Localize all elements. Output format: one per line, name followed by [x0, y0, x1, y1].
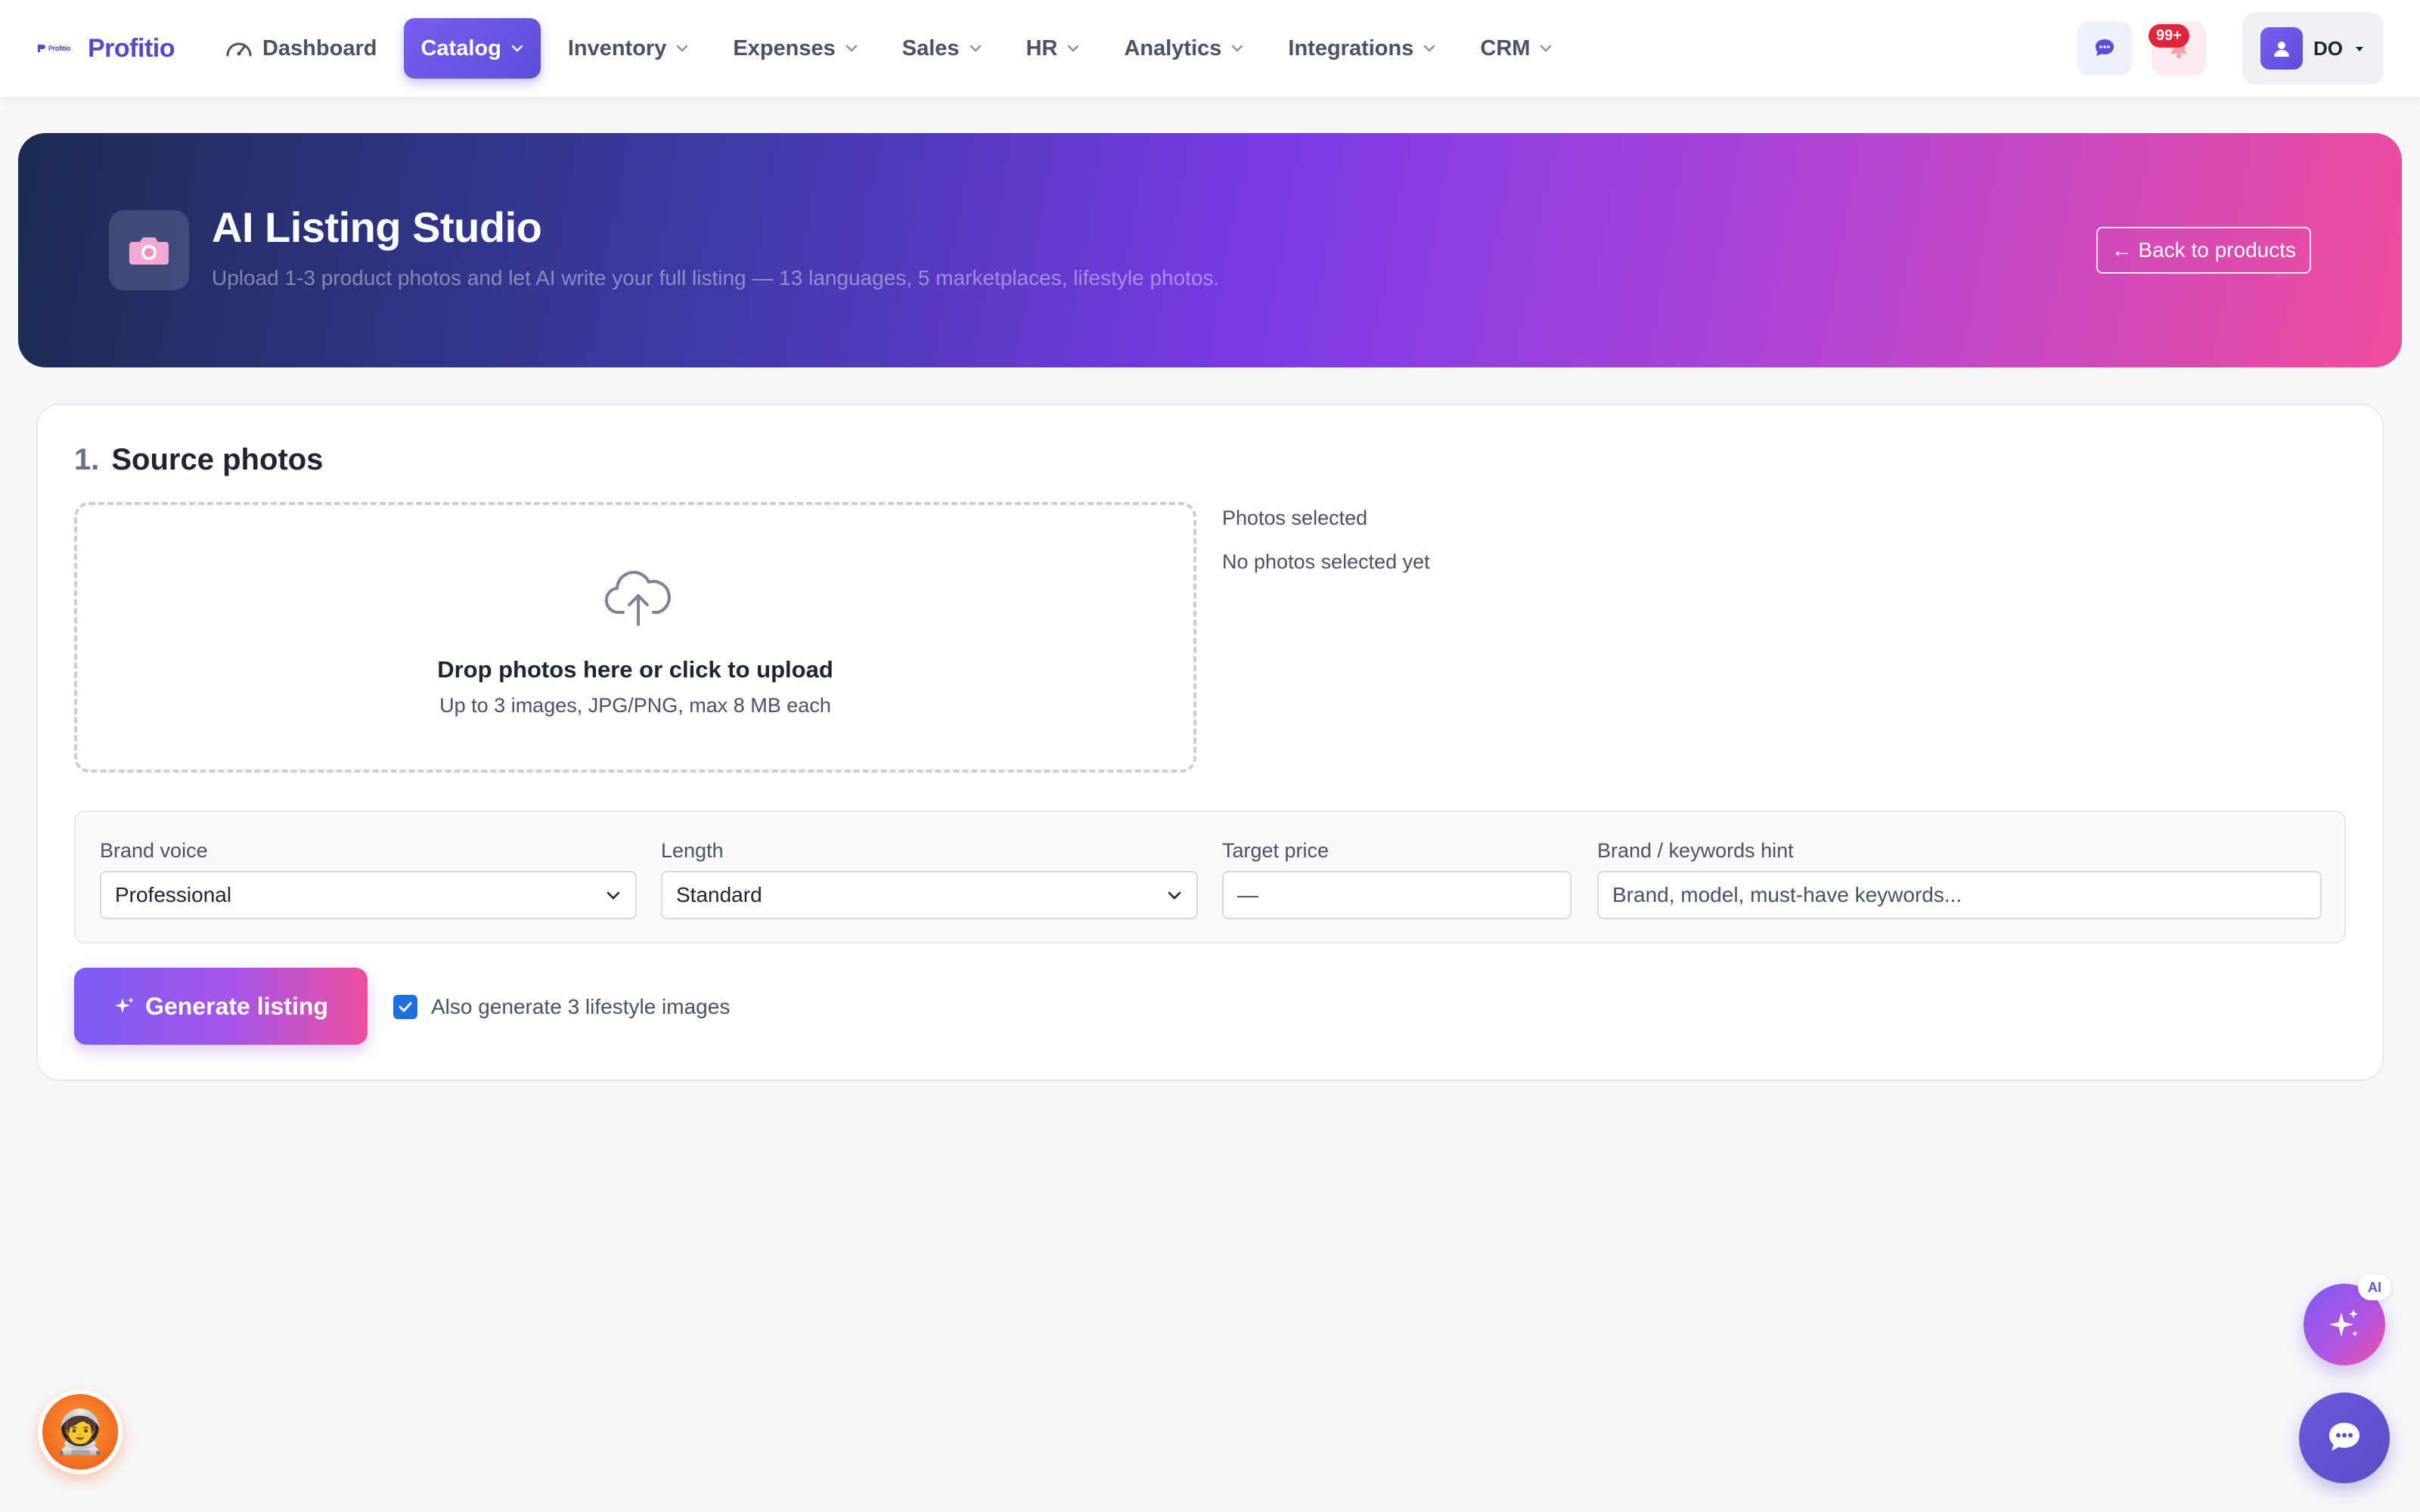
brand-voice-select[interactable]: Professional: [100, 871, 637, 919]
nav-crm[interactable]: CRM: [1463, 18, 1569, 79]
nav-crm-label: CRM: [1480, 36, 1531, 60]
nav-dashboard-label: Dashboard: [262, 36, 377, 60]
chevron-down-icon: [1540, 45, 1552, 52]
nav-dashboard[interactable]: Dashboard: [208, 18, 393, 79]
chevron-down-icon: [1232, 45, 1243, 52]
listing-options-panel: Brand voice Professional Length Standard…: [74, 810, 2346, 943]
ai-tag-badge: AI: [2358, 1275, 2391, 1300]
nav-integrations[interactable]: Integrations: [1271, 18, 1453, 79]
nav-expenses[interactable]: Expenses: [716, 18, 874, 79]
gauge-icon: [226, 42, 252, 57]
length-select[interactable]: Standard: [661, 871, 1198, 919]
page-subtitle: Upload 1-3 product photos and let AI wri…: [212, 266, 1220, 290]
back-to-products-button[interactable]: ← Back to products: [2096, 227, 2311, 274]
chat-bubble-icon: [2329, 1423, 2360, 1451]
brand-mini-text: Profitio: [48, 45, 71, 52]
user-icon: [2274, 42, 2289, 57]
checkmark-icon: [399, 1002, 412, 1012]
keywords-hint-label: Brand / keywords hint: [1597, 839, 1794, 862]
sparkles-icon: [2329, 1309, 2358, 1337]
dropzone-subtitle: Up to 3 images, JPG/PNG, max 8 MB each: [439, 694, 831, 717]
source-photos-card: 1. Source photos Drop photos here or clic…: [36, 404, 2384, 1081]
section-title: 1. Source photos: [74, 443, 323, 477]
nav-expenses-label: Expenses: [733, 36, 836, 60]
nav-hr[interactable]: HR: [1010, 18, 1097, 79]
user-initials: DO: [2313, 36, 2343, 60]
nav-sales-label: Sales: [901, 36, 960, 60]
brand-voice-label: Brand voice: [100, 839, 208, 862]
nav-analytics[interactable]: Analytics: [1107, 18, 1261, 79]
brand-voice-value: Professional: [115, 883, 232, 906]
nav-inventory[interactable]: Inventory: [551, 18, 706, 79]
mascot-icon: 🧑‍🚀: [54, 1408, 107, 1455]
chevron-down-icon: [607, 891, 620, 900]
brand-mark-icon: Profitio: [36, 42, 79, 54]
brand-name: Profitio: [88, 33, 175, 63]
chevron-down-icon: [845, 45, 857, 52]
nav-inventory-label: Inventory: [567, 36, 667, 60]
nav-catalog[interactable]: Catalog: [404, 18, 541, 79]
photos-selected-label: Photos selected: [1222, 507, 1368, 529]
caret-down-icon: [2356, 47, 2363, 51]
length-label: Length: [661, 839, 724, 862]
chevron-down-icon: [970, 45, 981, 52]
target-price-input[interactable]: [1222, 871, 1571, 919]
notifications-button[interactable]: 99+: [2149, 21, 2206, 76]
support-chat-button[interactable]: [2299, 1393, 2390, 1483]
hero-banner: AI Listing Studio Upload 1-3 product pho…: [18, 133, 2402, 367]
target-price-label: Target price: [1222, 839, 1329, 862]
nav-analytics-label: Analytics: [1124, 36, 1222, 60]
nav-right-group: 99+ DO: [2077, 12, 2384, 85]
lifestyle-images-checkbox[interactable]: [393, 995, 417, 1019]
avatar: [2260, 27, 2303, 70]
photos-empty-state: No photos selected yet: [1222, 550, 1430, 573]
page-title: AI Listing Studio: [212, 203, 542, 251]
user-menu-button[interactable]: DO: [2242, 12, 2384, 85]
nav-catalog-label: Catalog: [420, 36, 501, 60]
chevron-down-icon: [1068, 45, 1079, 52]
sparkles-icon: [115, 997, 135, 1013]
messages-button[interactable]: [2077, 21, 2132, 76]
chat-bubble-icon: [2096, 39, 2114, 56]
chevron-down-icon: [511, 45, 523, 52]
nav-hr-label: HR: [1025, 36, 1058, 60]
keywords-hint-input[interactable]: [1597, 871, 2322, 919]
brand-logo[interactable]: Profitio Profitio: [36, 34, 175, 64]
notifications-badge: 99+: [2149, 24, 2189, 48]
cloud-upload-icon: [604, 571, 671, 626]
generate-listing-button[interactable]: Generate listing: [74, 968, 368, 1045]
photo-dropzone[interactable]: Drop photos here or click to upload Up t…: [74, 502, 1196, 773]
length-value: Standard: [676, 883, 762, 906]
top-navigation: Profitio Profitio Dashboard Catalog Inve…: [0, 0, 2420, 97]
dropzone-title: Drop photos here or click to upload: [437, 656, 833, 683]
lifestyle-images-label[interactable]: Also generate 3 lifestyle images: [431, 995, 730, 1019]
nav-integrations-label: Integrations: [1288, 36, 1414, 60]
chevron-down-icon: [1168, 891, 1181, 900]
nav-sales[interactable]: Sales: [886, 18, 999, 79]
chevron-down-icon: [677, 45, 688, 52]
generate-listing-label: Generate listing: [145, 992, 328, 1020]
chevron-down-icon: [1424, 45, 1435, 52]
mascot-helper-button[interactable]: 🧑‍🚀: [38, 1390, 123, 1474]
step-number: 1.: [74, 443, 100, 476]
camera-icon: [109, 210, 189, 290]
section-title-text: Source photos: [111, 443, 324, 476]
